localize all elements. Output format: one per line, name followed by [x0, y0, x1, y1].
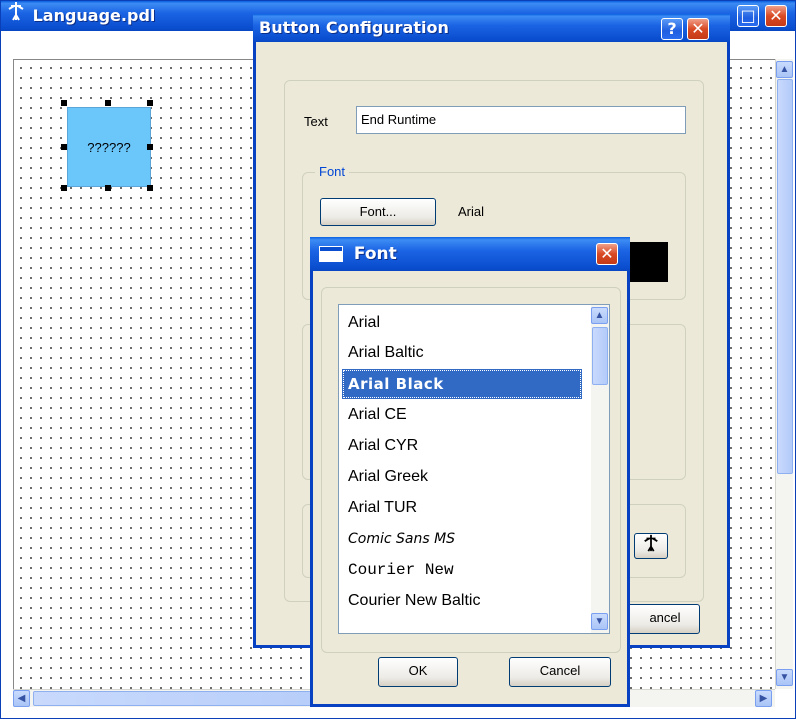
scroll-left-icon[interactable]: ◀ — [13, 690, 30, 707]
scroll-down-icon[interactable]: ▼ — [776, 669, 793, 686]
font-item-arial-tur[interactable]: Arial TUR — [342, 493, 582, 523]
config-cancel-label: ancel — [649, 610, 681, 625]
maximize-button[interactable]: □ — [737, 5, 759, 27]
app-icon — [644, 534, 658, 552]
font-scroll-thumb[interactable] — [592, 327, 608, 385]
font-dialog: Font ✕ Arial Arial Baltic Arial Black Ar… — [310, 237, 630, 707]
font-close-button[interactable]: ✕ — [596, 243, 618, 265]
main-title: Language.pdl — [32, 6, 156, 25]
close-button[interactable]: ✕ — [765, 5, 787, 27]
font-scroll-up-icon[interactable]: ▲ — [591, 307, 608, 324]
font-item-arial-greek[interactable]: Arial Greek — [342, 462, 582, 492]
canvas-button-text: ?????? — [87, 140, 131, 155]
resize-handle[interactable] — [105, 100, 111, 106]
font-item-arial-baltic[interactable]: Arial Baltic — [342, 338, 582, 368]
font-list-scrollbar[interactable]: ▲ ▼ — [591, 305, 609, 633]
font-scroll-down-icon[interactable]: ▼ — [591, 613, 608, 630]
font-button[interactable]: Font... — [320, 198, 436, 226]
config-close-button[interactable]: ✕ — [687, 18, 709, 40]
font-item-arial-cyr[interactable]: Arial CYR — [342, 431, 582, 461]
config-title: Button Configuration — [259, 18, 449, 37]
font-item-courier-new-baltic[interactable]: Courier New Baltic — [342, 586, 582, 616]
font-item-arial-black[interactable]: Arial Black — [342, 369, 582, 399]
vertical-scroll-thumb[interactable] — [777, 79, 793, 474]
resize-handle[interactable] — [61, 185, 67, 191]
text-label: Text — [304, 114, 328, 129]
font-dialog-title: Font — [353, 244, 397, 264]
font-group-legend: Font — [315, 164, 350, 179]
canvas-button-widget[interactable]: ?????? — [67, 107, 151, 187]
resize-handle[interactable] — [105, 185, 111, 191]
font-list[interactable]: Arial Arial Baltic Arial Black Arial CE … — [338, 304, 610, 634]
font-name-label: Arial — [458, 204, 485, 219]
help-button[interactable]: ? — [661, 18, 683, 40]
scroll-right-icon[interactable]: ▶ — [755, 690, 772, 707]
ok-button[interactable]: OK — [378, 657, 458, 687]
app-icon — [7, 1, 27, 31]
resize-handle[interactable] — [147, 144, 153, 150]
font-cancel-button[interactable]: Cancel — [509, 657, 611, 687]
scroll-up-icon[interactable]: ▲ — [776, 61, 793, 78]
resize-handle[interactable] — [61, 144, 67, 150]
resize-handle[interactable] — [147, 185, 153, 191]
font-item-arial[interactable]: Arial — [342, 308, 582, 338]
font-item-arial-ce[interactable]: Arial CE — [342, 400, 582, 430]
text-input[interactable]: End Runtime — [356, 106, 686, 134]
font-item-courier-new[interactable]: Courier New — [342, 555, 582, 585]
resize-handle[interactable] — [61, 100, 67, 106]
vertical-scrollbar[interactable]: ▲ ▼ — [775, 59, 793, 689]
window-icon — [320, 247, 342, 261]
config-titlebar[interactable]: Button Configuration ? ✕ — [253, 14, 730, 42]
resize-handle[interactable] — [147, 100, 153, 106]
font-item-comic-sans[interactable]: Comic Sans MS — [342, 524, 582, 554]
font-titlebar[interactable]: Font ✕ — [310, 237, 630, 271]
icon-picker-button[interactable] — [634, 533, 668, 559]
